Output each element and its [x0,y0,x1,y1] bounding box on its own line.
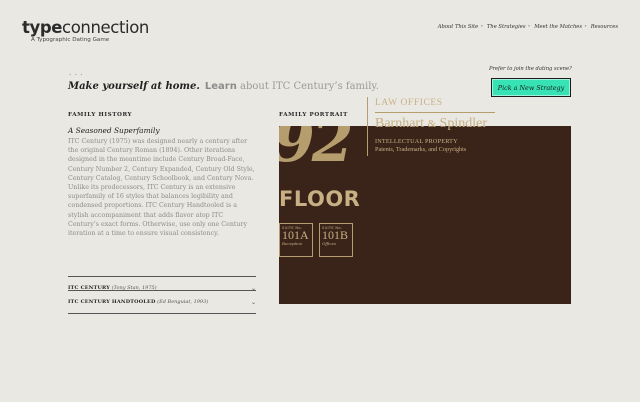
nav-about[interactable]: About This Site [438,24,478,30]
page-headline: Make yourself at home. Learn about ITC Ce… [68,81,379,92]
suite-101a: SUITE No. 101A Reception [279,223,313,257]
nav-separator: • [480,24,484,30]
accordion-row[interactable]: ITC CENTURY HANDTOOLED (Ed Benguiat, 199… [68,291,256,313]
headline-rest: about ITC Century’s family. [240,81,379,92]
divider [375,112,495,113]
accordion-credit: (Ed Benguiat, 1993) [157,299,209,305]
accordion-itc-century-handtooled[interactable]: ITC CENTURY HANDTOOLED (Ed Benguiat, 199… [68,290,256,314]
floor-word: FLOOR [279,187,361,211]
nav-strategies[interactable]: The Strategies [487,24,526,30]
suite-101b: SUITE No. 101B Offices [319,223,353,257]
top-nav: About This Site • The Strategies • Meet th… [438,24,618,30]
ip-line-2: Patents, Trademarks, and Copyrights [375,146,467,153]
floor-number: 92 [279,126,353,176]
family-history-body: ITC Century (1975) was designed nearly a… [68,138,255,238]
suite-number: 101B [322,228,349,242]
law-offices: LAW OFFICES [375,98,443,108]
ip-line-1: INTELLECTUAL PROPERTY [375,138,458,145]
cta-prompt: Prefer to join the dating scene? [489,66,572,72]
logo[interactable]: typeconnection A Typographic Dating Game [22,19,149,43]
pick-strategy-button[interactable]: Pick a New Strategy [491,78,571,97]
nav-separator: • [584,24,588,30]
logo-title: typeconnection [22,18,149,37]
nav-resources[interactable]: Resources [591,24,618,30]
headline-lead: Make yourself at home. [68,81,200,92]
accordion-name: ITC CENTURY HANDTOOLED [68,299,156,305]
family-portrait-label: FAMILY PORTRAIT [279,112,348,118]
suite-number: 101A [282,228,309,242]
logo-tagline: A Typographic Dating Game [31,37,110,43]
divider [367,97,368,156]
family-history-title: A Seasoned Superfamily [68,126,160,135]
nav-separator: • [527,24,531,30]
progress-dots: • • • [69,72,84,77]
chevron-down-icon[interactable]: ⌄ [251,299,256,306]
headline-learn: Learn [204,81,237,92]
firm-name: Barnhart & Spindler [375,116,487,131]
family-history-label: FAMILY HISTORY [68,112,133,118]
nav-matches[interactable]: Meet the Matches [534,24,582,30]
